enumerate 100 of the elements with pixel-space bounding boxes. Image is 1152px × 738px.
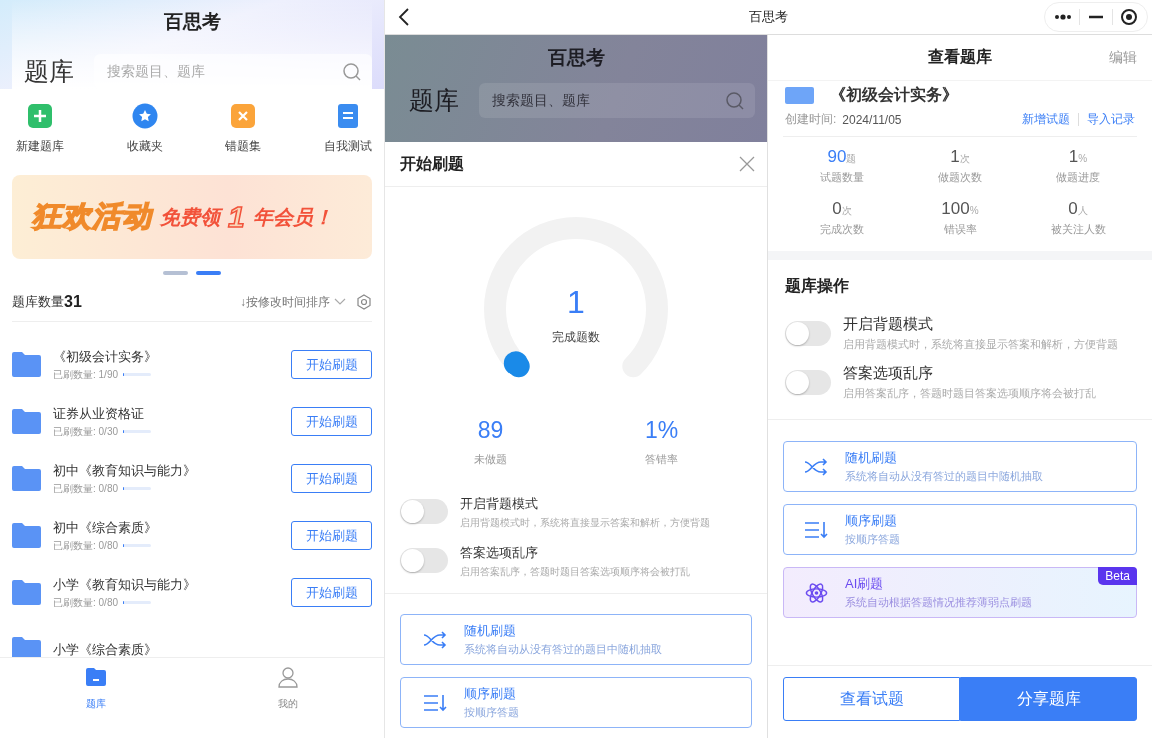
toggle-title: 答案选项乱序 [843,364,934,383]
page-heading: 题库 [409,85,459,116]
start-button[interactable]: 开始刷题 [291,407,372,436]
mode-card[interactable]: AI刷题 系统自动根据答题情况推荐薄弱点刷题 Beta [783,567,1137,618]
action-link[interactable]: 导入记录 [1087,111,1135,128]
toggle-switch[interactable] [785,370,831,395]
stat-unit: 次 [959,153,970,166]
progress-text: 已刷数量: 0/80 [53,595,119,610]
bank-name: 证券从业资格证 [53,404,145,423]
stat-label: 做题进度 [1056,170,1100,185]
stat-value: 100 [941,199,970,219]
stat-value: 89 [477,417,504,444]
mode-description: 按顺序答题 [464,705,519,720]
stat-label: 完成次数 [820,222,864,237]
stat-label: 未做题 [474,452,507,467]
chevron-down-icon[interactable] [334,298,346,306]
sheet-title: 开始刷题 [400,153,464,174]
search-field[interactable]: 搜索题目、题库 [479,83,755,118]
share-button[interactable]: 分享题库 [960,677,1137,721]
toggle-description: 启用背题模式时，系统将直接显示答案和解析，方便背题 [460,516,710,530]
close-icon[interactable] [739,156,755,172]
stat-unit: % [1078,153,1088,164]
toggle-title: 答案选项乱序 [460,544,539,562]
section-title: 题库操作 [784,276,850,296]
mode-card[interactable]: 顺序刷题 按顺序答题 [783,504,1137,555]
stat-value: 0 [832,199,842,219]
mode-card[interactable]: 随机刷题 系统将自动从没有答过的题目中随机抽取 [400,614,752,665]
stat-value: 1 [1068,147,1079,167]
created-label: 创建时间: [785,111,837,128]
sort-dropdown[interactable]: ↓按修改时间排序 [240,293,346,311]
stat-label: 答错率 [645,452,678,467]
toggle-switch[interactable] [400,548,448,573]
progress-text: 已刷数量: 0/30 [53,424,119,439]
search-icon[interactable] [342,61,362,82]
stat-label: 做题次数 [938,170,982,185]
nav-tab[interactable]: 我的 [258,665,318,738]
mode-title: AI刷题 [845,575,885,593]
shortcut-item[interactable]: 自我测试 [323,103,372,155]
start-button[interactable]: 开始刷题 [291,464,372,493]
shuffle-icon [423,628,448,651]
promo-banner[interactable]: 狂欢活动 免费领 1 年会员！ [12,175,372,259]
mode-title: 顺序刷题 [845,512,898,530]
action-link[interactable]: 新增试题 [1022,111,1070,128]
atom-icon [804,581,829,604]
progress-text: 已刷数量: 0/80 [53,538,119,553]
page-heading: 题库 [24,56,74,87]
settings-icon[interactable] [356,294,372,310]
stat-unit: 次 [841,205,852,218]
mode-title: 顺序刷题 [464,685,517,703]
stat-label: 试题数量 [820,170,864,185]
mode-card[interactable]: 顺序刷题 按顺序答题 [400,677,752,728]
bank-name: 《初级会计实务》 [53,347,158,366]
shortcut-item[interactable]: 收藏夹 [126,103,163,155]
completed-count: 1 [567,284,585,321]
mode-title: 随机刷题 [464,622,517,640]
app-title: 百思考 [546,46,606,69]
shortcut-item[interactable]: 错题集 [225,103,262,155]
window-title: 百思考 [749,9,788,24]
edit-link[interactable]: 编辑 [1109,48,1137,67]
person-icon [276,665,300,689]
bank-count: 31 [64,293,82,311]
stat-value: 1 [950,147,960,167]
gauge-label: 完成题数 [552,329,600,346]
shuffle-icon [804,455,829,478]
stat-unit: 人 [1077,205,1088,218]
progress-text: 已刷数量: 1/90 [53,367,119,382]
created-date: 2024/11/05 [842,112,902,127]
stat-unit: 题 [846,153,857,166]
toggle-description: 启用背题模式时，系统将直接显示答案和解析，方便背题 [843,337,1118,352]
stat-label: 错误率 [943,222,977,237]
toggle-description: 启用答案乱序，答题时题目答案选项顺序将会被打乱 [843,386,1096,401]
toggle-switch[interactable] [400,499,448,524]
back-icon[interactable] [397,8,411,26]
toggle-title: 开启背题模式 [460,495,539,513]
shortcut-item[interactable]: 新建题库 [16,103,64,155]
stat-value: 1% [644,417,679,444]
bank-name: 小学《教育知识与能力》 [53,575,197,594]
mode-description: 按顺序答题 [845,532,900,547]
progress-text: 已刷数量: 0/80 [53,481,119,496]
mode-description: 系统自动根据答题情况推荐薄弱点刷题 [845,595,1032,610]
start-button[interactable]: 开始刷题 [291,350,372,379]
search-icon[interactable] [725,90,745,111]
beta-badge: Beta [1098,567,1137,585]
bank-name: 《初级会计实务》 [830,84,958,105]
view-button[interactable]: 查看试题 [783,677,960,721]
bank-name: 初中《教育知识与能力》 [53,461,197,480]
mode-description: 系统将自动从没有答过的题目中随机抽取 [845,469,1043,484]
nav-tab[interactable]: 题库 [66,665,126,738]
start-button[interactable]: 开始刷题 [291,521,372,550]
stat-value: 90 [827,147,847,167]
mode-description: 系统将自动从没有答过的题目中随机抽取 [464,642,662,657]
bank-name: 小学《综合素质》 [53,640,158,657]
stat-label: 被关注人数 [1050,222,1106,237]
start-button[interactable]: 开始刷题 [291,578,372,607]
stat-value: 0 [1068,199,1078,219]
toggle-title: 开启背题模式 [843,315,934,334]
stat-unit: % [969,205,979,216]
toggle-switch[interactable] [785,321,831,346]
count-label: 题库数量 [12,293,64,311]
mode-card[interactable]: 随机刷题 系统将自动从没有答过的题目中随机抽取 [783,441,1137,492]
